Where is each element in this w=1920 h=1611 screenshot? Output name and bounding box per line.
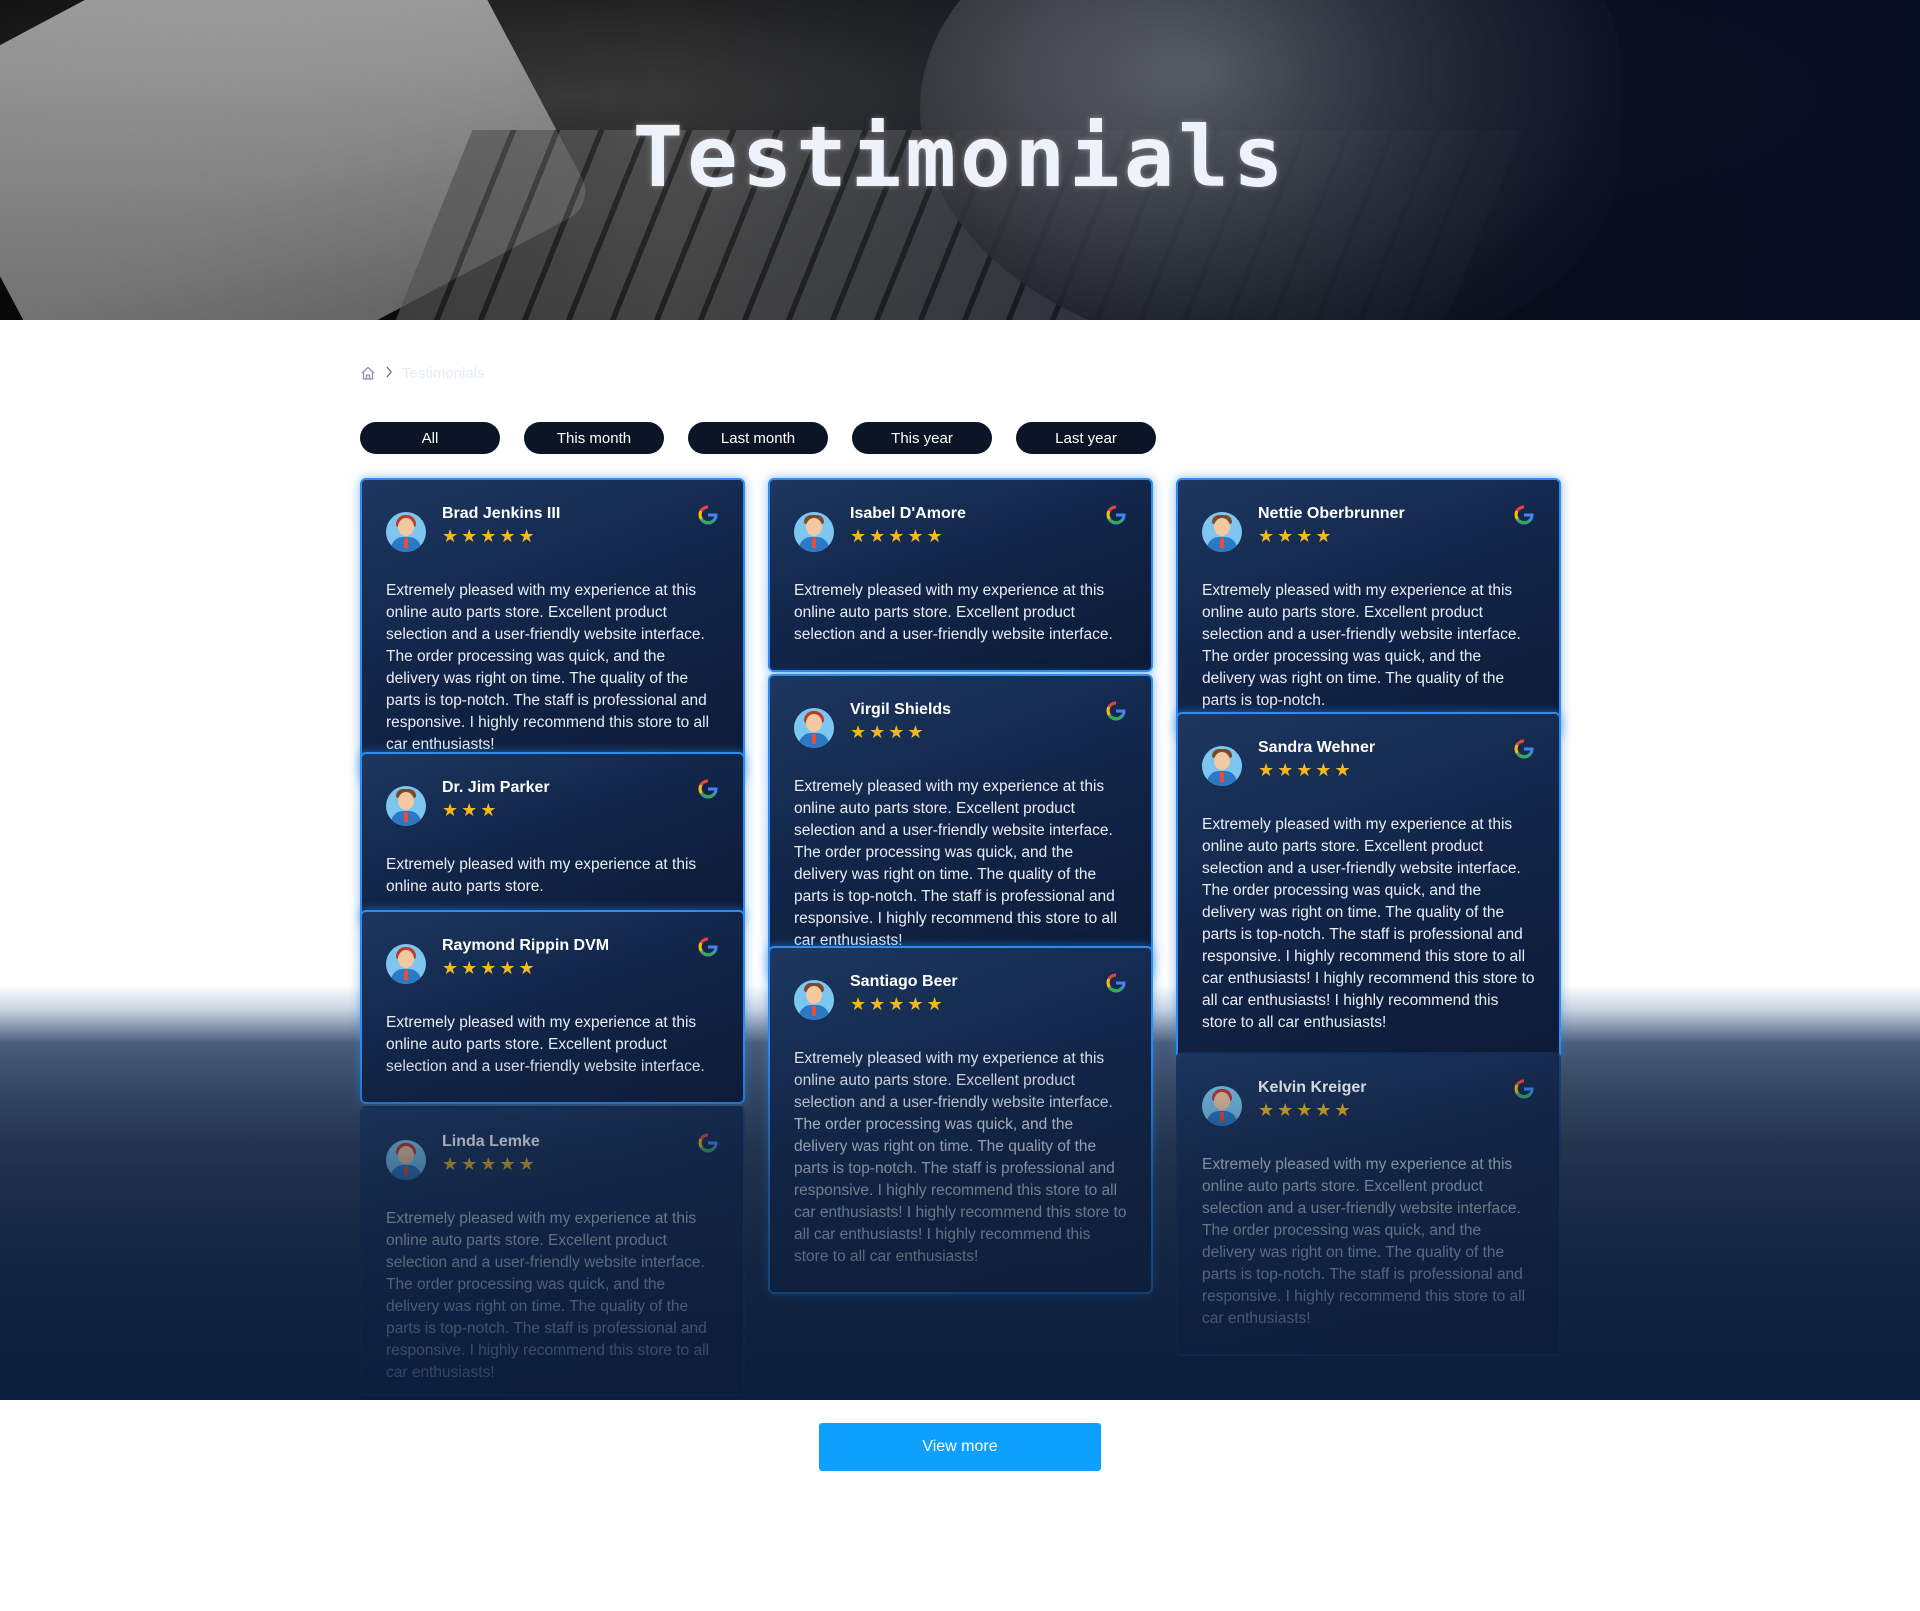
star-rating: ★★★★★ <box>1258 1100 1354 1120</box>
home-icon[interactable] <box>360 365 376 381</box>
testimonial-card: Kelvin Kreiger ★★★★★ Extremely pleased w… <box>1176 1052 1561 1356</box>
reviewer-name: Raymond Rippin DVM <box>442 937 610 954</box>
testimonial-card: Dr. Jim Parker ★★★ Extremely pleased wit… <box>360 752 745 924</box>
review-text: Extremely pleased with my experience at … <box>1202 816 1535 1031</box>
avatar <box>386 512 426 552</box>
testimonial-card: Brad Jenkins III ★★★★★ Extremely pleased… <box>360 478 745 782</box>
google-icon <box>1105 504 1127 526</box>
reviewer-name: Santiago Beer <box>850 973 958 990</box>
chevron-right-icon <box>384 365 394 381</box>
testimonial-card: Virgil Shields ★★★★ Extremely pleased wi… <box>768 674 1153 978</box>
google-icon <box>1105 972 1127 994</box>
reviewer-name: Isabel D'Amore <box>850 505 966 522</box>
google-icon <box>1513 1078 1535 1100</box>
avatar <box>1202 1086 1242 1126</box>
filter-last-year[interactable]: Last year <box>1016 422 1156 454</box>
view-more-button[interactable]: View more <box>819 1423 1101 1471</box>
google-icon <box>697 778 719 800</box>
testimonial-card: Sandra Wehner ★★★★★ Extremely pleased wi… <box>1176 712 1561 1060</box>
google-icon <box>697 1132 719 1154</box>
reviewer-name: Dr. Jim Parker <box>442 779 550 796</box>
review-text: Extremely pleased with my experience at … <box>386 856 697 895</box>
google-icon <box>1513 738 1535 760</box>
review-text: Extremely pleased with my experience at … <box>1202 1156 1526 1327</box>
avatar <box>794 512 834 552</box>
star-rating: ★★★★★ <box>1258 760 1354 780</box>
testimonial-card: Linda Lemke ★★★★★ Extremely pleased with… <box>360 1106 745 1396</box>
star-rating: ★★★★★ <box>442 1154 538 1174</box>
review-text: Extremely pleased with my experience at … <box>386 1210 710 1381</box>
google-icon <box>1105 700 1127 722</box>
review-text: Extremely pleased with my experience at … <box>794 582 1113 643</box>
filter-last-month[interactable]: Last month <box>688 422 828 454</box>
filter-bar: All This month Last month This year Last… <box>360 422 1156 454</box>
star-rating: ★★★★★ <box>442 526 538 546</box>
reviewer-name: Brad Jenkins III <box>442 505 561 522</box>
google-icon <box>697 936 719 958</box>
reviewer-name: Nettie Oberbrunner <box>1258 505 1405 522</box>
reviewer-name: Sandra Wehner <box>1258 739 1376 756</box>
page-title: Testimonials <box>632 108 1288 206</box>
google-icon <box>697 504 719 526</box>
review-text: Extremely pleased with my experience at … <box>386 582 710 753</box>
breadcrumb: Testimonials <box>360 363 485 383</box>
review-text: Extremely pleased with my experience at … <box>1202 582 1521 709</box>
star-rating: ★★★★★ <box>442 958 538 978</box>
star-rating: ★★★★★ <box>850 994 946 1014</box>
avatar <box>794 708 834 748</box>
testimonial-card: Nettie Oberbrunner ★★★★ Extremely please… <box>1176 478 1561 738</box>
avatar <box>794 980 834 1020</box>
star-rating: ★★★★★ <box>850 526 946 546</box>
testimonial-card: Raymond Rippin DVM ★★★★★ Extremely pleas… <box>360 910 745 1104</box>
breadcrumb-current: Testimonials <box>402 364 485 382</box>
reviewer-name: Kelvin Kreiger <box>1258 1079 1367 1096</box>
reviewer-name: Linda Lemke <box>442 1133 540 1150</box>
avatar <box>1202 746 1242 786</box>
google-icon <box>1513 504 1535 526</box>
star-rating: ★★★★ <box>850 722 927 742</box>
avatar <box>386 1140 426 1180</box>
avatar <box>1202 512 1242 552</box>
reviewer-name: Virgil Shields <box>850 701 952 718</box>
testimonial-card: Santiago Beer ★★★★★ Extremely pleased wi… <box>768 946 1153 1294</box>
avatar <box>386 944 426 984</box>
review-text: Extremely pleased with my experience at … <box>386 1014 705 1075</box>
review-text: Extremely pleased with my experience at … <box>794 778 1118 949</box>
avatar <box>386 786 426 826</box>
hero-banner: Testimonials <box>0 0 1920 320</box>
testimonial-card: Isabel D'Amore ★★★★★ Extremely pleased w… <box>768 478 1153 672</box>
filter-all[interactable]: All <box>360 422 500 454</box>
star-rating: ★★★★ <box>1258 526 1335 546</box>
filter-this-year[interactable]: This year <box>852 422 992 454</box>
star-rating: ★★★ <box>442 800 500 820</box>
filter-this-month[interactable]: This month <box>524 422 664 454</box>
review-text: Extremely pleased with my experience at … <box>794 1050 1127 1265</box>
